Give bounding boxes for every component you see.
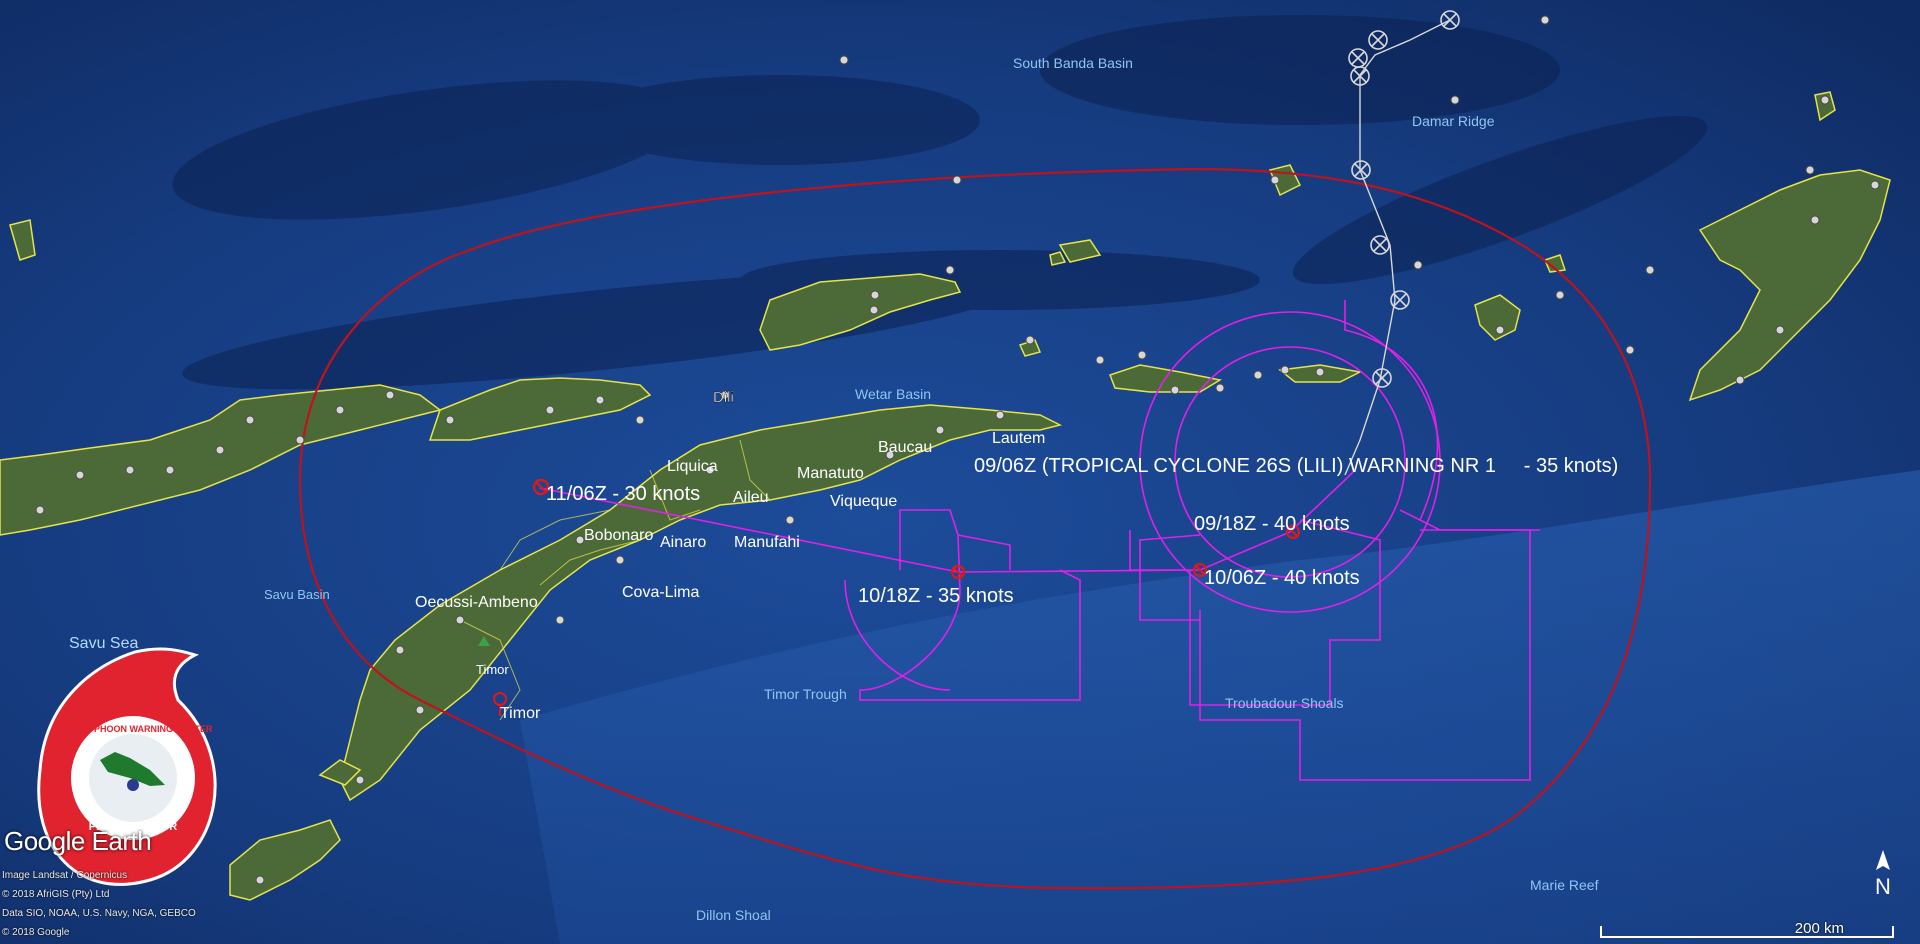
label-timor: Timor — [500, 705, 541, 722]
label-south-banda-basin: South Banda Basin — [1013, 55, 1133, 71]
label-lautem: Lautem — [992, 430, 1045, 447]
map-canvas[interactable]: South Banda Basin Damar Ridge Wetar Basi… — [0, 0, 1920, 944]
label-bobonaro: Bobonaro — [584, 527, 653, 544]
forecast-label-1106: 11/06Z - 30 knots — [546, 483, 700, 505]
attribution-line: © 2018 Google — [2, 927, 70, 938]
label-timor-trough: Timor Trough — [764, 686, 847, 702]
google-earth-logo: Google Earth — [4, 826, 152, 856]
label-savu-basin: Savu Basin — [264, 587, 330, 602]
label-timor-peak: Timor — [476, 662, 509, 677]
north-label: N — [1875, 874, 1891, 899]
label-manufahi: Manufahi — [734, 534, 800, 551]
scale-bar-line — [1600, 926, 1894, 938]
label-oecussi: Oecussi-Ambeno — [415, 594, 538, 611]
label-dili: Dili — [713, 389, 734, 406]
north-arrow-icon[interactable]: N — [1868, 848, 1898, 908]
label-ainaro: Ainaro — [660, 534, 706, 551]
attribution-line: Data SIO, NOAA, U.S. Navy, NGA, GEBCO — [2, 908, 196, 919]
label-manatuto: Manatuto — [797, 465, 864, 482]
label-liquica: Liquica — [667, 458, 718, 475]
logo-text-top: JOINT TYPHOON WARNING CENTER — [53, 724, 213, 734]
forecast-label-1006: 10/06Z - 40 knots — [1204, 567, 1360, 589]
scale-bar: 200 km — [1600, 918, 1894, 940]
label-damar-ridge: Damar Ridge — [1412, 113, 1495, 129]
forecast-label-1018: 10/18Z - 35 knots — [858, 585, 1014, 607]
label-wetar-basin: Wetar Basin — [855, 386, 931, 402]
label-savu-sea: Savu Sea — [69, 635, 138, 652]
label-aileu: Aileu — [733, 489, 769, 506]
label-dillon-shoal: Dillon Shoal — [696, 907, 771, 923]
forecast-label-0918: 09/18Z - 40 knots — [1194, 513, 1350, 535]
scale-label: 200 km — [1794, 920, 1844, 937]
attribution-line: Image Landsat / Copernicus — [2, 870, 128, 881]
label-cova-lima: Cova-Lima — [622, 584, 699, 601]
map-svg[interactable]: South Banda Basin Damar Ridge Wetar Basi… — [0, 0, 1920, 944]
label-marie-reef: Marie Reef — [1530, 877, 1599, 893]
label-viqueque: Viqueque — [830, 493, 897, 510]
attribution-line: © 2018 AfriGIS (Pty) Ltd — [2, 889, 110, 900]
attribution: Image Landsat / Copernicus © 2018 AfriGI… — [2, 866, 196, 942]
label-troubadour-shoals: Troubadour Shoals — [1225, 695, 1344, 711]
warning-title: 09/06Z (TROPICAL CYCLONE 26S (LILI) WARN… — [974, 455, 1618, 477]
label-baucau: Baucau — [878, 439, 932, 456]
